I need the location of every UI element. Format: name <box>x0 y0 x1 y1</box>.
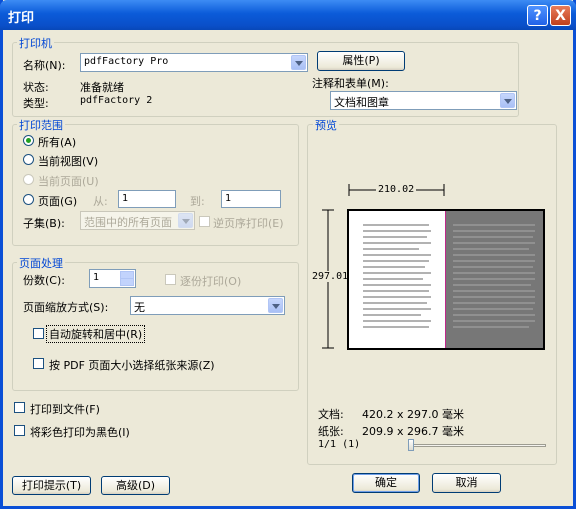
collate-label: 逐份打印(O) <box>180 275 242 288</box>
preview-width-value: 210.02 <box>376 184 417 195</box>
type-label: 类型: <box>23 97 49 110</box>
auto-rotate-checkbox[interactable] <box>33 328 44 339</box>
from-input[interactable]: 1 <box>118 190 176 208</box>
comments-forms-value: 文档和图章 <box>334 96 389 109</box>
document-size-value: 420.2 x 297.0 毫米 <box>362 408 464 421</box>
print-to-file-checkbox[interactable] <box>14 402 25 413</box>
collate-checkbox <box>165 274 176 285</box>
comments-forms-select[interactable]: 文档和图章 <box>330 91 517 110</box>
paper-size-label: 纸张: <box>318 425 344 438</box>
status-label: 状态: <box>23 81 49 94</box>
chevron-down-icon[interactable] <box>268 298 283 313</box>
preview-page-text-svg <box>363 224 535 328</box>
from-value: 1 <box>122 193 129 204</box>
page-slider-track[interactable] <box>410 444 546 447</box>
close-button[interactable]: X <box>550 5 571 26</box>
print-color-black-label[interactable]: 将彩色打印为黑色(I) <box>30 424 130 440</box>
print-tips-button[interactable]: 打印提示(T) <box>12 476 91 495</box>
from-label: 从: <box>93 195 108 208</box>
to-label: 到: <box>190 195 205 208</box>
reverse-pages-checkbox <box>199 216 210 227</box>
preview-label: 预览 <box>313 117 339 133</box>
paper-size-value: 209.9 x 296.7 毫米 <box>362 425 464 438</box>
document-size-label: 文档: <box>318 408 344 421</box>
window-title: 打印 <box>8 11 35 26</box>
pdf-page-size-checkbox[interactable] <box>33 358 44 369</box>
pages-radio[interactable] <box>23 194 34 205</box>
to-input[interactable]: 1 <box>221 190 281 208</box>
page-indicator: 1/1 (1) <box>318 439 361 450</box>
pdf-page-size-label[interactable]: 按 PDF 页面大小选择纸张来源(Z) <box>49 357 215 373</box>
pages-radio-label[interactable]: 页面(G) <box>38 193 77 209</box>
ok-button[interactable]: 确定 <box>352 473 420 493</box>
title-bar: 打印 ? X <box>0 0 576 30</box>
chevron-down-icon <box>178 213 193 228</box>
print-range-label: 打印范围 <box>17 117 65 133</box>
help-button[interactable]: ? <box>527 5 548 26</box>
scaling-value: 无 <box>134 301 145 314</box>
all-radio[interactable] <box>23 135 34 146</box>
comments-forms-label: 注释和表单(M): <box>312 77 389 90</box>
to-value: 1 <box>225 193 232 204</box>
current-page-radio-label: 当前页面(U) <box>38 175 99 188</box>
print-to-file-label[interactable]: 打印到文件(F) <box>30 401 100 417</box>
copies-value: 1 <box>93 272 100 283</box>
scaling-select[interactable]: 无 <box>130 296 285 315</box>
printer-name-label: 名称(N): <box>23 59 66 72</box>
type-value: pdfFactory 2 <box>80 95 153 106</box>
all-radio-label[interactable]: 所有(A) <box>38 134 76 150</box>
current-view-radio-label[interactable]: 当前视图(V) <box>38 153 98 169</box>
current-page-radio <box>23 174 34 185</box>
page-slider-thumb[interactable] <box>408 439 414 451</box>
printer-name-value: pdfFactory Pro <box>84 56 169 67</box>
preview-height-value: 297.01 <box>312 271 348 282</box>
subset-select: 范围中的所有页面 <box>80 211 195 230</box>
page-handling-label: 页面处理 <box>17 255 65 271</box>
auto-rotate-label[interactable]: 自动旋转和居中(R) <box>46 325 146 343</box>
copies-label: 份数(C): <box>23 274 65 287</box>
cancel-button[interactable]: 取消 <box>432 473 501 493</box>
chevron-down-icon[interactable] <box>500 93 515 108</box>
scaling-label: 页面缩放方式(S): <box>23 301 109 314</box>
properties-button[interactable]: 属性(P) <box>317 51 405 71</box>
advanced-button[interactable]: 高级(D) <box>101 476 170 495</box>
stepper-down-icon[interactable] <box>120 278 134 286</box>
printer-name-select[interactable]: pdfFactory Pro <box>80 53 308 72</box>
copies-stepper[interactable]: 1 <box>89 269 136 288</box>
print-color-black-checkbox[interactable] <box>14 425 25 436</box>
page-preview-thumbnail <box>347 209 545 350</box>
reverse-pages-label: 逆页序打印(E) <box>213 217 284 230</box>
printer-group-label: 打印机 <box>17 35 54 51</box>
status-value: 准备就绪 <box>80 81 124 94</box>
subset-label: 子集(B): <box>23 217 65 230</box>
chevron-down-icon[interactable] <box>291 55 306 70</box>
subset-value: 范围中的所有页面 <box>84 216 172 229</box>
current-view-radio[interactable] <box>23 154 34 165</box>
